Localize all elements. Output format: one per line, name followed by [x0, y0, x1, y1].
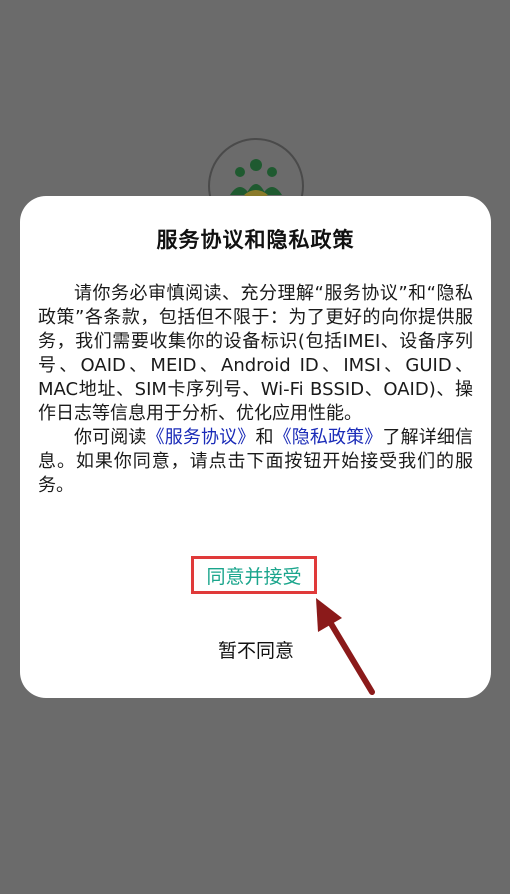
privacy-policy-link[interactable]: 《隐私政策》	[274, 427, 383, 448]
dialog-title: 服务协议和隐私政策	[156, 228, 355, 252]
links-prefix: 你可阅读	[74, 427, 147, 448]
links-and: 和	[255, 427, 274, 448]
service-agreement-link[interactable]: 《服务协议》	[147, 427, 256, 448]
consent-paragraph: 请你务必审慎阅读、充分理解“服务协议”和“隐私政策”各条款，包括但不限于：为了更…	[38, 283, 473, 424]
links-paragraph: 你可阅读《服务协议》和《隐私政策》了解详细信息。如果你同意，请点击下面按钮开始接…	[38, 426, 473, 498]
screen: 服务协议和隐私政策 请你务必审慎阅读、充分理解“服务协议”和“隐私政策”各条款，…	[0, 0, 510, 894]
dialog-body: 请你务必审慎阅读、充分理解“服务协议”和“隐私政策”各条款，包括但不限于：为了更…	[38, 282, 473, 498]
consent-dialog: 服务协议和隐私政策 请你务必审慎阅读、充分理解“服务协议”和“隐私政策”各条款，…	[20, 196, 491, 698]
decline-button[interactable]: 暂不同意	[191, 632, 321, 666]
agree-button[interactable]: 同意并接受	[191, 556, 317, 594]
